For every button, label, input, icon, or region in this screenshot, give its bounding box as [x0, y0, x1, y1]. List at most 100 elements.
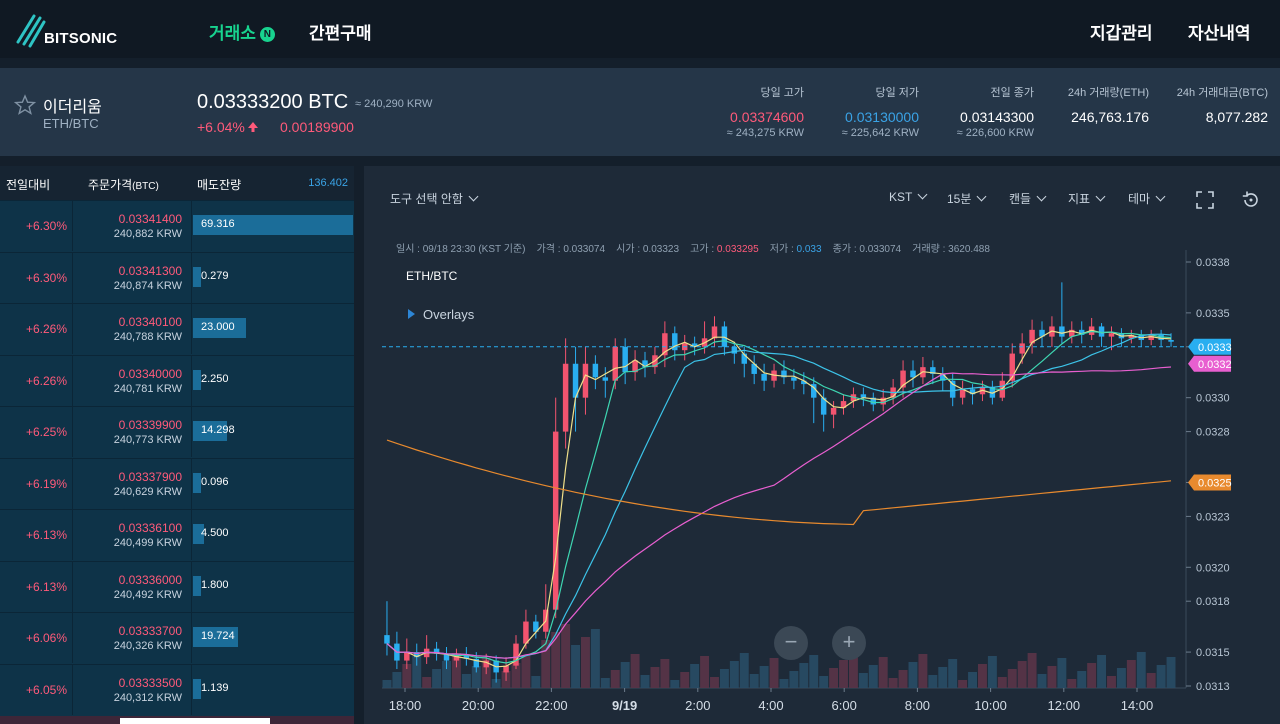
volume-bar: [1077, 671, 1087, 688]
row-price[interactable]: 0.03339900: [74, 418, 182, 432]
nav-assets[interactable]: 자산내역: [1188, 19, 1251, 44]
row-price[interactable]: 0.03337900: [74, 470, 182, 484]
row-price-cell[interactable]: 0.03341300 240,874 KRW: [74, 252, 192, 303]
fullscreen-icon[interactable]: [1196, 191, 1214, 209]
orderbook-row[interactable]: +6.26% 0.03340100 240,788 KRW 23.000: [0, 303, 354, 354]
theme-dropdown[interactable]: 테마: [1128, 190, 1166, 207]
volume-bar: [977, 664, 987, 688]
nav-wallet[interactable]: 지갑관리: [1090, 19, 1153, 44]
orderbook-row[interactable]: +6.26% 0.03340000 240,781 KRW 2.250: [0, 354, 354, 406]
timezone-dropdown[interactable]: KST: [889, 189, 928, 204]
volume-bar: [1116, 668, 1126, 688]
stat-label: 24h 거래량(ETH): [1067, 87, 1149, 99]
favorite-star-icon[interactable]: [14, 94, 36, 116]
orderbook-row[interactable]: +6.06% 0.03333700 240,326 KRW 19.724: [0, 612, 354, 663]
orderbook-row[interactable]: +6.19% 0.03337900 240,629 KRW 0.096: [0, 457, 354, 509]
chart-type-dropdown[interactable]: 캔들: [1009, 190, 1047, 207]
candle-body: [1059, 326, 1065, 337]
row-price-cell[interactable]: 0.03333700 240,326 KRW: [74, 613, 192, 663]
stat-day-low: 당일 저가 0.03130000 ≈ 225,642 KRW: [842, 86, 919, 140]
reset-icon[interactable]: [1241, 190, 1261, 210]
volume-bar: [888, 678, 898, 688]
theme-label[interactable]: 테마: [1128, 192, 1150, 206]
timezone-label[interactable]: KST: [889, 190, 912, 204]
row-qty-cell[interactable]: 4.500: [193, 510, 354, 560]
row-price-krw: 240,788 KRW: [113, 331, 182, 343]
logo-text[interactable]: BITSONIC: [44, 30, 117, 47]
zoom-in-button[interactable]: +: [832, 626, 866, 660]
tool-select-dropdown[interactable]: 도구 선택 안함: [390, 190, 479, 207]
row-qty-cell[interactable]: 1.800: [193, 562, 354, 612]
orderbook-row[interactable]: +6.05% 0.03333500 240,312 KRW 1.139: [0, 663, 354, 715]
zoom-out-button[interactable]: −: [774, 626, 808, 660]
orderbook-footer-bar[interactable]: [120, 718, 270, 724]
volume-bar: [938, 667, 948, 688]
y-tick-label: 0.0330: [1196, 393, 1230, 405]
row-price[interactable]: 0.03336100: [74, 521, 182, 535]
volume-bar: [759, 666, 769, 688]
tool-select-label[interactable]: 도구 선택 안함: [390, 192, 463, 206]
ma-line-short: [386, 329, 1172, 668]
row-qty-cell[interactable]: 1.139: [193, 665, 354, 715]
row-rate: +6.30%: [0, 252, 73, 303]
candle-body: [711, 326, 718, 339]
orderbook-row[interactable]: +6.30% 0.03341400 240,882 KRW 69.316: [0, 200, 354, 251]
row-price-krw: 240,629 KRW: [113, 485, 182, 498]
row-qty-cell[interactable]: 0.279: [193, 253, 354, 303]
nav-quick-buy[interactable]: 간편구매: [309, 19, 372, 44]
row-qty-cell[interactable]: 2.250: [193, 356, 354, 406]
row-price-cell[interactable]: 0.03336000 240,492 KRW: [74, 561, 192, 612]
volume-bar: [700, 656, 710, 688]
volume-bar: [620, 662, 630, 688]
row-price[interactable]: 0.03333700: [74, 624, 182, 638]
qty-bar: [193, 575, 201, 596]
nav-exchange[interactable]: 거래소 N: [209, 19, 275, 44]
volume-bar: [422, 677, 432, 688]
indicator-label[interactable]: 지표: [1068, 192, 1090, 206]
overlays-toggle[interactable]: Overlays: [408, 307, 474, 322]
header-rate: 전일대비: [6, 178, 51, 192]
row-price-cell[interactable]: 0.03333500 240,312 KRW: [74, 664, 192, 715]
ma-price-tag: 0.0332: [1198, 359, 1232, 371]
row-price[interactable]: 0.03341400: [74, 212, 182, 226]
volume-bar: [690, 664, 700, 688]
row-qty-cell[interactable]: 23.000: [193, 304, 354, 354]
interval-dropdown[interactable]: 15분: [947, 190, 987, 207]
overlays-label[interactable]: Overlays: [423, 307, 474, 322]
volume-bar: [829, 668, 839, 688]
row-price[interactable]: 0.03341300: [74, 264, 182, 278]
row-price-cell[interactable]: 0.03340000 240,781 KRW: [74, 355, 192, 406]
top-nav: [0, 0, 1280, 58]
candle-body: [791, 377, 797, 381]
row-price-cell[interactable]: 0.03336100 240,499 KRW: [74, 510, 192, 560]
row-price[interactable]: 0.03336000: [74, 573, 182, 587]
nav-exchange-label[interactable]: 거래소: [209, 24, 256, 43]
row-price-cell[interactable]: 0.03339900 240,773 KRW: [74, 407, 192, 457]
row-qty-cell[interactable]: 14.298: [193, 407, 354, 457]
row-qty: 2.250: [201, 372, 229, 385]
row-qty: 0.279: [201, 269, 229, 282]
row-qty-cell[interactable]: 69.316: [193, 201, 354, 251]
row-price[interactable]: 0.03340000: [74, 367, 182, 381]
row-price-cell[interactable]: 0.03337900 240,629 KRW: [74, 458, 192, 509]
candlestick-chart[interactable]: 0.0338 0.0335 0.0333 0.0330 0.0328 0.0325 0.03…: [364, 250, 1280, 724]
row-price-cell[interactable]: 0.03340100 240,788 KRW: [74, 304, 192, 354]
row-qty: 1.800: [201, 578, 229, 591]
row-qty-cell[interactable]: 19.724: [193, 613, 354, 663]
stat-label: 24h 거래대금(BTC): [1176, 87, 1268, 99]
orderbook-row[interactable]: +6.25% 0.03339900 240,773 KRW 14.298: [0, 406, 354, 457]
row-qty-cell[interactable]: 0.096: [193, 459, 354, 509]
orderbook-row[interactable]: +6.13% 0.03336000 240,492 KRW 1.800: [0, 560, 354, 612]
chart-type-label[interactable]: 캔들: [1009, 192, 1031, 206]
orderbook-row[interactable]: +6.30% 0.03341300 240,874 KRW 0.279: [0, 251, 354, 303]
volume-bar: [650, 667, 660, 688]
row-qty: 1.139: [201, 681, 229, 694]
row-price[interactable]: 0.03333500: [74, 676, 182, 690]
row-price-cell[interactable]: 0.03341400 240,882 KRW: [74, 201, 192, 251]
row-price[interactable]: 0.03340100: [74, 315, 182, 329]
row-price-krw: 240,874 KRW: [113, 279, 182, 292]
interval-label[interactable]: 15분: [947, 192, 971, 206]
x-tick-label: 22:00: [535, 698, 568, 713]
orderbook-row[interactable]: +6.13% 0.03336100 240,499 KRW 4.500: [0, 509, 354, 560]
indicator-dropdown[interactable]: 지표: [1068, 190, 1106, 207]
